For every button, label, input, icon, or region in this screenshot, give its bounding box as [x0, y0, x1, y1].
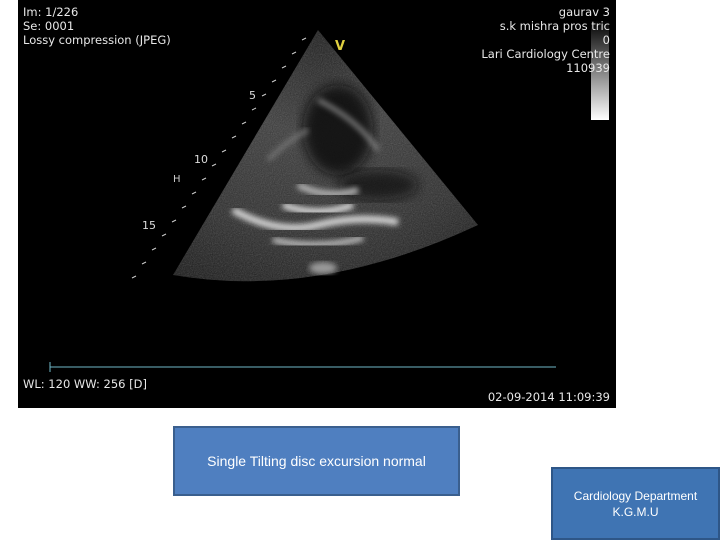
svg-text:H: H	[173, 174, 181, 185]
image-info-overlay: Im: 1/226 Se: 0001 Lossy compression (JP…	[23, 5, 171, 47]
probe-orientation-marker: V	[335, 39, 346, 54]
caption-text: Single Tilting disc excursion normal	[207, 453, 426, 469]
patient-info-overlay: gaurav 3 s.k mishra pros tric 0 Lari Car…	[481, 5, 610, 75]
depth-label-10: 10	[194, 153, 208, 166]
depth-label-5: 5	[249, 89, 256, 102]
physician-name: s.k mishra pros tric	[499, 19, 610, 33]
institution-name: Lari Cardiology Centre	[481, 47, 610, 61]
series-number: Se: 0001	[23, 19, 75, 33]
caption-box: Single Tilting disc excursion normal	[173, 426, 460, 496]
study-datetime: 02-09-2014 11:09:39	[487, 390, 610, 404]
department-name: Cardiology Department	[573, 488, 698, 503]
patient-name: gaurav 3	[558, 5, 610, 19]
institution-abbrev: K.G.M.U	[612, 504, 659, 519]
compression-info: Lossy compression (JPEG)	[23, 33, 171, 47]
window-level-readout: WL: 120 WW: 256 [D]	[23, 377, 147, 391]
department-box: Cardiology Department K.G.M.U	[551, 467, 720, 540]
patient-field: 0	[602, 33, 610, 47]
image-number: Im: 1/226	[23, 5, 79, 19]
ultrasound-viewer: H 5 10 15 V Im: 1/226 Se: 0001 Lossy com…	[18, 0, 616, 408]
depth-label-15: 15	[142, 219, 156, 232]
patient-id: 110939	[566, 61, 610, 75]
